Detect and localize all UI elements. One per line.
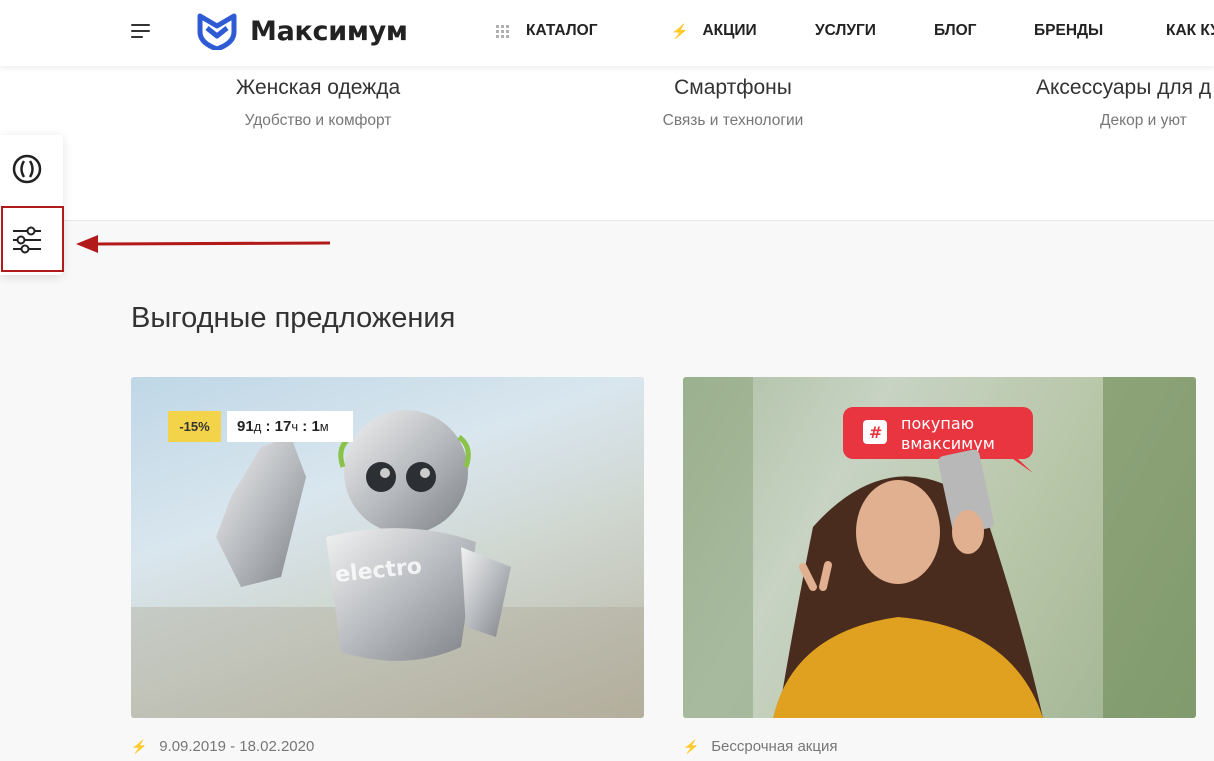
selfie-image: # покупаю вмаксимум	[683, 377, 1196, 718]
nav-blog-label: БЛОГ	[934, 22, 977, 39]
side-panel	[0, 135, 63, 275]
timer-minutes: 1	[311, 418, 320, 435]
lightning-icon: ⚡	[683, 738, 700, 754]
timer-separator: :	[265, 418, 275, 435]
nav-catalog-label: КАТАЛОГ	[526, 22, 598, 39]
category-womens-clothing[interactable]: Женская одежда Удобство и комфорт	[218, 76, 418, 130]
offer-date-text: Бессрочная акция	[711, 738, 838, 755]
nav-services-label: УСЛУГИ	[815, 22, 876, 39]
lightning-icon: ⚡	[671, 22, 689, 39]
timer-minutes-unit: м	[319, 419, 329, 434]
nav-how-to-buy-label: КАК КУ	[1166, 22, 1214, 39]
theme-toggle-button[interactable]	[10, 152, 44, 186]
nav-brands[interactable]: БРЕНДЫ	[1034, 22, 1103, 40]
menu-burger-icon[interactable]	[131, 22, 151, 38]
category-subtitle: Удобство и комфорт	[244, 112, 392, 129]
nav-brands-label: БРЕНДЫ	[1034, 22, 1104, 39]
settings-sliders-icon	[13, 226, 41, 254]
offer-date-2: ⚡ Бессрочная акция	[683, 738, 837, 755]
lightning-icon: ⚡	[131, 738, 148, 754]
nav-services[interactable]: УСЛУГИ	[815, 22, 876, 40]
category-subtitle: Декор и уют	[1100, 112, 1187, 129]
nav-how-to-buy[interactable]: КАК КУ	[1166, 22, 1214, 40]
offer-date-text: 9.09.2019 - 18.02.2020	[159, 738, 315, 755]
annotation-arrow-icon	[76, 235, 331, 253]
offer-date-1: ⚡ 9.09.2019 - 18.02.2020	[131, 738, 314, 755]
category-name: Смартфоны	[674, 76, 792, 99]
category-accessories[interactable]: Аксессуары для д Декор и уют	[1036, 76, 1214, 130]
theme-circle-icon	[12, 154, 42, 184]
banner-line-1: покупаю	[901, 414, 974, 433]
category-name: Аксессуары для д	[1036, 76, 1212, 99]
settings-button[interactable]	[10, 223, 44, 257]
site-logo[interactable]: Максимум	[197, 11, 408, 51]
banner-line-2: вмаксимум	[901, 434, 995, 453]
timer-hours: 17	[274, 418, 292, 435]
site-header: Максимум КАТАЛОГ ⚡ АКЦИИ УСЛУГИ БЛОГ БРЕ…	[0, 0, 1214, 66]
grid-dots-icon	[496, 24, 509, 38]
offer-card-robot[interactable]: electro -15% 91д : 17ч : 1м	[131, 377, 644, 718]
timer-hours-unit: ч	[291, 419, 299, 434]
nav-sales-label: АКЦИИ	[702, 22, 757, 39]
category-subtitle: Связь и технологии	[662, 112, 804, 129]
nav-sales[interactable]: ⚡ АКЦИИ	[671, 22, 757, 40]
timer-days: 91	[237, 418, 254, 435]
category-smartphones[interactable]: Смартфоны Связь и технологии	[633, 76, 833, 130]
logo-shield-icon	[197, 13, 237, 50]
nav-blog[interactable]: БЛОГ	[934, 22, 976, 40]
offer-card-selfie[interactable]: # покупаю вмаксимум	[683, 377, 1196, 718]
offers-title: Выгодные предложения	[131, 302, 456, 334]
categories-strip: Женская одежда Удобство и комфорт Смартф…	[0, 66, 1214, 221]
category-name: Женская одежда	[235, 76, 401, 99]
svg-text:#: #	[869, 423, 882, 442]
logo-text: Максимум	[250, 15, 408, 47]
discount-badge: -15%	[168, 411, 221, 442]
timer-days-unit: д	[253, 419, 262, 434]
countdown-timer: 91д : 17ч : 1м	[227, 411, 353, 442]
nav-catalog[interactable]: КАТАЛОГ	[496, 22, 597, 40]
